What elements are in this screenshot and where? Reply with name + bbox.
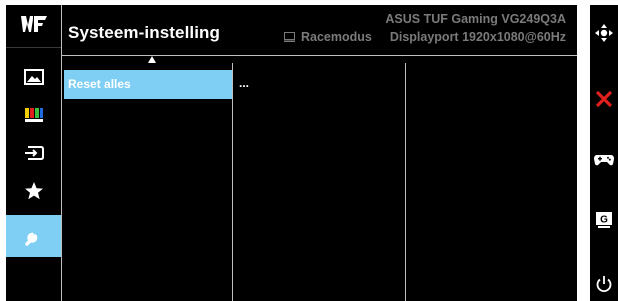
gameplus-button[interactable]: G (590, 209, 618, 231)
wrench-icon (24, 230, 40, 246)
signal-info: Displayport 1920x1080@60Hz (389, 30, 566, 44)
status-line: Racemodus Displayport 1920x1080@60Hz (283, 30, 566, 44)
color-bars-icon (24, 108, 43, 122)
sidebar-item-favorites[interactable] (6, 172, 61, 210)
gamevisual-button[interactable] (590, 150, 618, 170)
sidebar-item-color[interactable] (6, 96, 61, 134)
sidebar-item-image[interactable] (6, 58, 61, 96)
move-button[interactable] (590, 23, 618, 43)
button-bar: G (590, 5, 618, 301)
power-button[interactable] (590, 273, 618, 295)
page-title: Systeem-instelling (68, 23, 221, 42)
move-icon (595, 24, 613, 42)
submenu-value[interactable]: ... (239, 76, 249, 90)
monitor-model: ASUS TUF Gaming VG249Q3A (385, 12, 566, 26)
menu-item-reset-all[interactable]: Reset alles (64, 70, 232, 99)
sidebar-item-input[interactable] (6, 134, 61, 172)
image-icon (23, 69, 44, 85)
monitor-icon (283, 32, 295, 42)
power-icon (596, 276, 612, 293)
svg-text:G: G (600, 215, 608, 226)
tuf-logo-icon (6, 5, 61, 43)
game-mode: Racemodus (300, 30, 372, 44)
scroll-up-arrow-icon[interactable] (148, 56, 156, 63)
osd-panel: Systeem-instelling ASUS TUF Gaming VG249… (6, 5, 577, 301)
input-icon (24, 146, 44, 160)
gamepad-icon (594, 155, 614, 166)
sidebar-item-system[interactable] (6, 215, 61, 257)
gameplus-icon: G (596, 212, 612, 228)
star-icon (24, 182, 43, 200)
close-icon (595, 90, 613, 108)
close-button[interactable] (590, 89, 618, 109)
sidebar (6, 5, 61, 301)
